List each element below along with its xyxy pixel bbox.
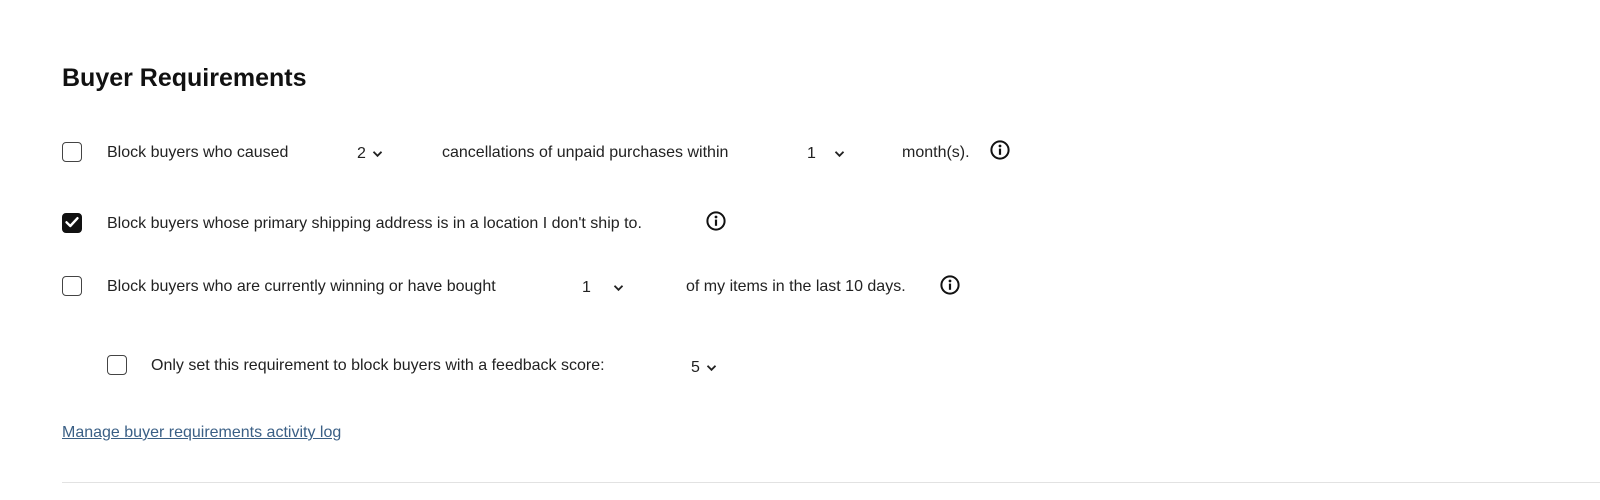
unpaid-rule-label-start: Block buyers who caused: [107, 144, 289, 161]
items-rule-label-end: of my items in the last 10 days.: [686, 278, 906, 295]
feedback-score-value: 5: [691, 359, 700, 376]
unpaid-rule-label-end: month(s).: [902, 144, 970, 161]
items-rule-label-start: Block buyers who are currently winning o…: [107, 278, 496, 295]
items-count-value: 1: [582, 279, 591, 296]
chevron-down-icon: [706, 365, 717, 372]
items-count-select[interactable]: 1: [582, 276, 624, 300]
section-divider: [62, 482, 1600, 483]
info-icon[interactable]: [990, 140, 1010, 160]
unpaid-cancellations-checkbox[interactable]: [62, 142, 82, 162]
unpaid-rule-label-middle: cancellations of unpaid purchases within: [442, 144, 729, 161]
info-icon[interactable]: [706, 211, 726, 231]
unpaid-count-select[interactable]: 2: [357, 142, 383, 166]
items-bought-checkbox[interactable]: [62, 276, 82, 296]
activity-log-link[interactable]: Manage buyer requirements activity log: [62, 421, 341, 445]
chevron-down-icon: [372, 151, 383, 158]
section-title: Buyer Requirements: [62, 64, 307, 92]
chevron-down-icon: [613, 285, 624, 292]
unpaid-months-value: 1: [807, 145, 816, 162]
feedback-score-checkbox[interactable]: [107, 355, 127, 375]
buyer-requirements-page: Buyer Requirements Block buyers who caus…: [0, 0, 1600, 500]
shipping-rule-label: Block buyers whose primary shipping addr…: [107, 215, 642, 232]
info-icon[interactable]: [940, 275, 960, 295]
unpaid-count-value: 2: [357, 145, 366, 162]
check-icon: [65, 217, 79, 228]
feedback-score-select[interactable]: 5: [691, 356, 717, 380]
chevron-down-icon: [834, 151, 845, 158]
unpaid-months-select[interactable]: 1: [807, 142, 845, 166]
feedback-rule-label: Only set this requirement to block buyer…: [151, 357, 605, 374]
shipping-location-checkbox[interactable]: [62, 213, 82, 233]
